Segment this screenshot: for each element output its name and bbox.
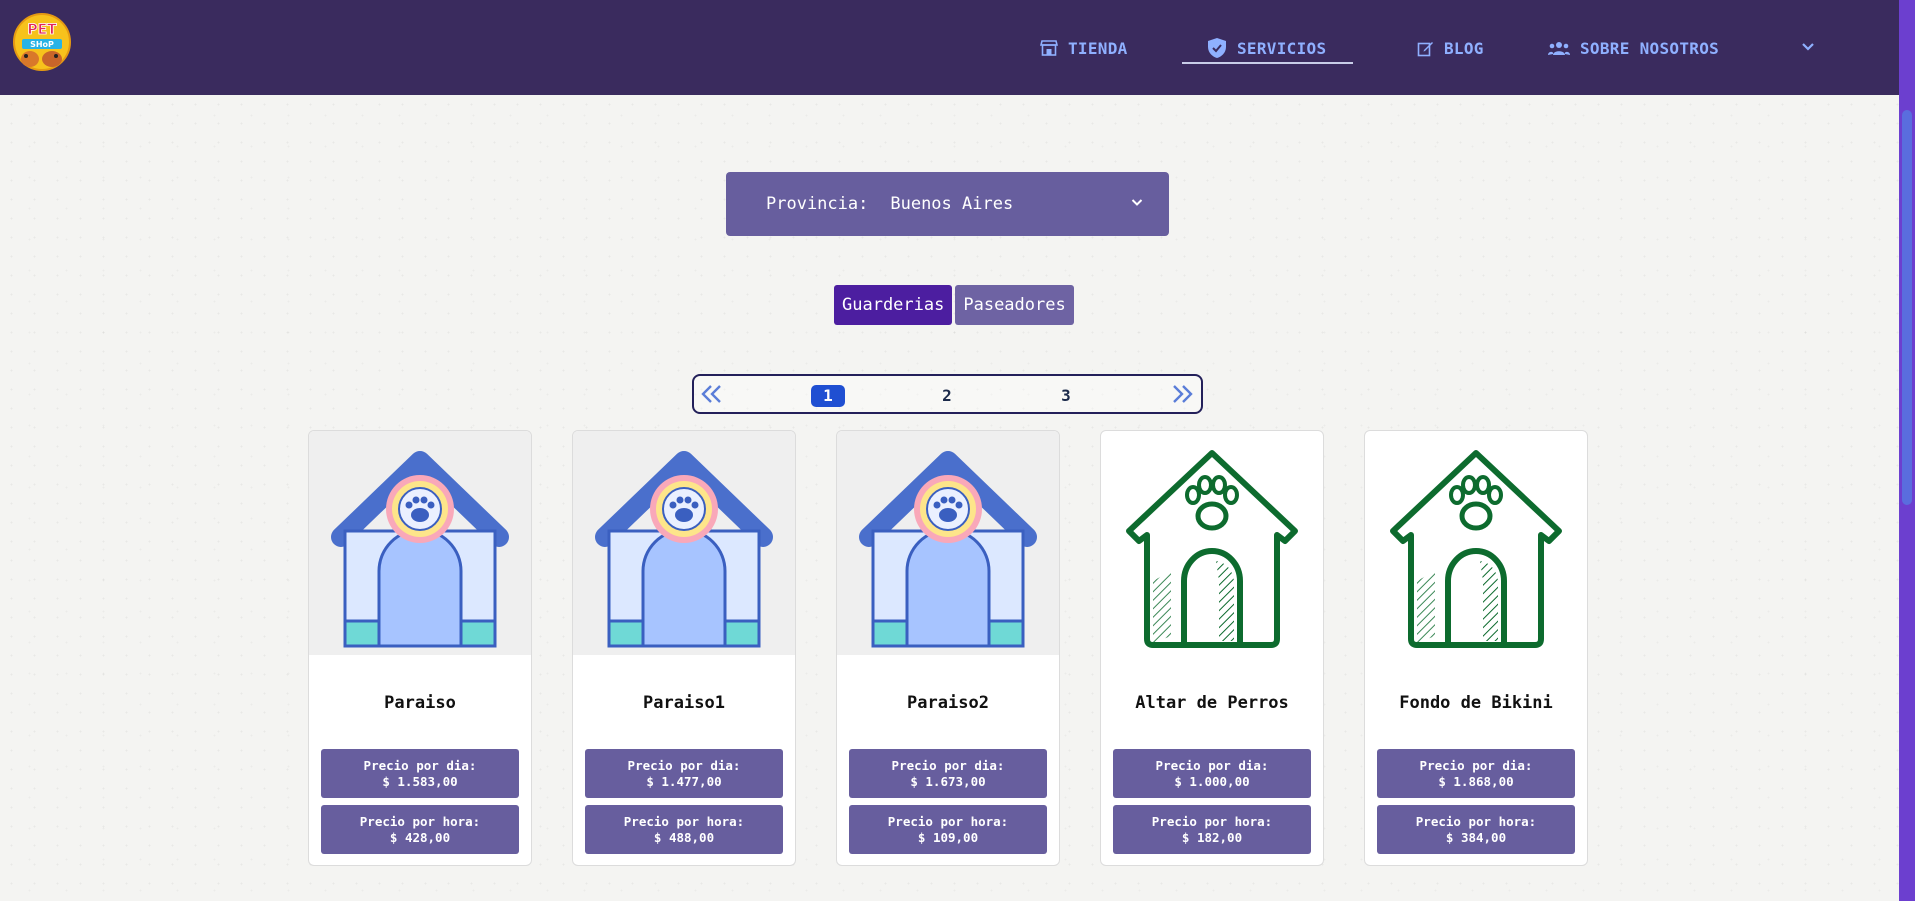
- nav-item-servicios[interactable]: SERVICIOS: [1207, 34, 1326, 62]
- navbar: PET SHoP TIENDA SERVICIOS BLOG SOBRE NOS…: [0, 0, 1899, 95]
- chevron-down-icon: [1131, 199, 1143, 206]
- province-label: Provincia:: [766, 194, 869, 214]
- card-name: Paraiso2: [907, 693, 989, 713]
- price-per-day-label: Precio por dia:: [1155, 757, 1269, 773]
- price-per-hour-value: $ 182,00: [1181, 829, 1243, 845]
- card-name: Paraiso1: [643, 693, 725, 713]
- price-per-hour-label: Precio por hora:: [359, 813, 481, 829]
- doghouse-image: [309, 431, 531, 655]
- service-card-altar-de-perros[interactable]: Altar de Perros Precio por dia: $ 1.000,0…: [1100, 430, 1324, 866]
- shield-icon: [1208, 38, 1226, 58]
- page-3-button[interactable]: 3: [1049, 385, 1083, 407]
- nav-item-sobre-nosotros[interactable]: SOBRE NOSOTROS: [1548, 34, 1719, 62]
- price-per-day-value: $ 1.583,00: [382, 773, 458, 789]
- price-per-hour[interactable]: Precio por hora: $ 384,00: [1377, 805, 1575, 854]
- price-per-hour-value: $ 109,00: [917, 829, 979, 845]
- service-card-paraiso[interactable]: Paraiso Precio por dia: $ 1.583,00 Precio…: [308, 430, 532, 866]
- nav-label-servicios: SERVICIOS: [1237, 38, 1327, 58]
- price-per-day-value: $ 1.477,00: [646, 773, 722, 789]
- price-per-hour-value: $ 428,00: [389, 829, 451, 845]
- edit-icon: [1417, 41, 1433, 56]
- double-chevron-right-icon[interactable]: [1169, 383, 1195, 405]
- province-value: Buenos Aires: [890, 194, 1014, 214]
- card-name: Paraiso: [384, 693, 456, 713]
- price-per-hour-label: Precio por hora:: [623, 813, 745, 829]
- store-icon: [1040, 40, 1058, 56]
- service-card-paraiso1[interactable]: Paraiso1 Precio por dia: $ 1.477,00 Preci…: [572, 430, 796, 866]
- price-per-hour-value: $ 384,00: [1445, 829, 1507, 845]
- price-per-hour[interactable]: Precio por hora: $ 182,00: [1113, 805, 1311, 854]
- doghouse-outline-image: [1365, 431, 1587, 655]
- price-per-hour[interactable]: Precio por hora: $ 488,00: [585, 805, 783, 854]
- price-per-hour-value: $ 488,00: [653, 829, 715, 845]
- svg-text:PET: PET: [27, 22, 57, 38]
- scrollbar[interactable]: [1899, 0, 1915, 901]
- tab-guarderias[interactable]: Guarderias: [834, 285, 953, 325]
- price-per-day[interactable]: Precio por dia: $ 1.000,00: [1113, 749, 1311, 798]
- price-per-day-value: $ 1.000,00: [1174, 773, 1250, 789]
- price-per-day[interactable]: Precio por dia: $ 1.477,00: [585, 749, 783, 798]
- tab-paseadores[interactable]: Paseadores: [955, 285, 1074, 325]
- card-name: Fondo de Bikini: [1399, 693, 1553, 713]
- nav-label-tienda: TIENDA: [1068, 38, 1128, 58]
- doghouse-image: [837, 431, 1059, 655]
- nav-label-sobre-nosotros: SOBRE NOSOTROS: [1580, 38, 1720, 58]
- price-per-day-value: $ 1.868,00: [1438, 773, 1514, 789]
- price-per-day[interactable]: Precio por dia: $ 1.868,00: [1377, 749, 1575, 798]
- pagination: 1 2 3: [692, 374, 1203, 414]
- nav-item-tienda[interactable]: TIENDA: [1040, 34, 1128, 62]
- double-chevron-left-icon[interactable]: [699, 383, 725, 405]
- card-name: Altar de Perros: [1135, 693, 1289, 713]
- service-card-fondo-de-bikini[interactable]: Fondo de Bikini Precio por dia: $ 1.868,0…: [1364, 430, 1588, 866]
- pet-shop-logo[interactable]: PET SHoP: [12, 12, 72, 74]
- price-per-day-label: Precio por dia:: [363, 757, 477, 773]
- price-per-hour[interactable]: Precio por hora: $ 109,00: [849, 805, 1047, 854]
- users-icon: [1548, 42, 1570, 55]
- price-per-hour[interactable]: Precio por hora: $ 428,00: [321, 805, 519, 854]
- service-tabs: Guarderias Paseadores: [834, 285, 1074, 325]
- price-per-day-label: Precio por dia:: [627, 757, 741, 773]
- chevron-down-icon[interactable]: [1801, 42, 1815, 52]
- price-per-hour-label: Precio por hora:: [887, 813, 1009, 829]
- svg-text:SHoP: SHoP: [30, 40, 54, 49]
- service-card-paraiso2[interactable]: Paraiso2 Precio por dia: $ 1.673,00 Preci…: [836, 430, 1060, 866]
- price-per-hour-label: Precio por hora:: [1151, 813, 1273, 829]
- page-1-button[interactable]: 1: [811, 385, 845, 407]
- price-per-hour-label: Precio por hora:: [1415, 813, 1537, 829]
- price-per-day-label: Precio por dia:: [891, 757, 1005, 773]
- page-2-button[interactable]: 2: [930, 385, 964, 407]
- doghouse-image: [573, 431, 795, 655]
- active-nav-underline: [1182, 62, 1353, 64]
- doghouse-outline-image: [1101, 431, 1323, 655]
- price-per-day[interactable]: Precio por dia: $ 1.583,00: [321, 749, 519, 798]
- price-per-day-value: $ 1.673,00: [910, 773, 986, 789]
- scrollbar-thumb[interactable]: [1902, 110, 1912, 505]
- nav-label-blog: BLOG: [1444, 38, 1484, 58]
- price-per-day[interactable]: Precio por dia: $ 1.673,00: [849, 749, 1047, 798]
- price-per-day-label: Precio por dia:: [1419, 757, 1533, 773]
- nav-item-blog[interactable]: BLOG: [1417, 34, 1484, 62]
- province-select[interactable]: Provincia: Buenos Aires: [726, 172, 1169, 236]
